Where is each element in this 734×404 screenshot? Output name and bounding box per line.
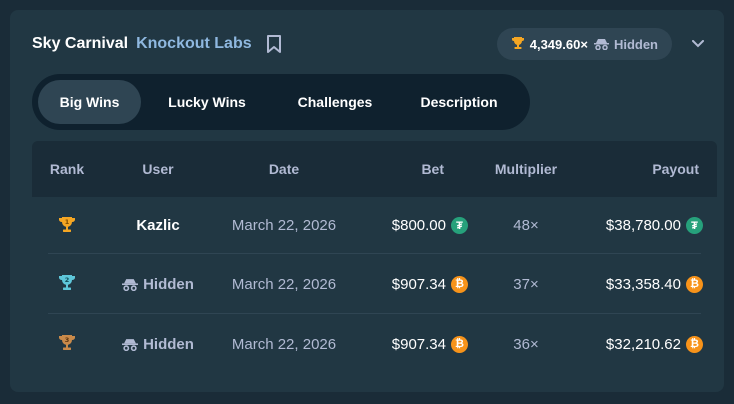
usdt-icon: ₮ [451,217,468,234]
date: March 22, 2026 [231,275,337,293]
bookmark-icon[interactable] [264,33,284,55]
table-header: Rank User Date Bet Multiplier Payout [32,141,717,197]
column-rank: Rank [49,161,85,177]
record-user-label: Hidden [613,36,658,52]
trophy-gold-icon: 1 [58,215,76,237]
tab-description[interactable]: Description [397,80,521,124]
multiplier: 37× [513,275,539,293]
column-multiplier: Multiplier [494,161,558,177]
date: March 22, 2026 [231,335,337,353]
column-user: User [142,161,174,177]
date: March 22, 2026 [231,217,337,234]
btc-icon: ₿ [451,335,468,353]
usdt-icon: ₮ [686,217,703,234]
hidden-user: Hidden [122,276,194,293]
game-title[interactable]: Sky Carnival [32,35,128,53]
record-user: Hidden [593,36,658,52]
bet-amount: $907.34 [391,335,446,353]
table-row[interactable]: 2 Hidden March 22, 2026 $907.34 ₿ 37× $3… [32,254,717,314]
tab-challenges[interactable]: Challenges [273,80,397,124]
rank-number: 1 [65,218,70,226]
table-row[interactable]: 1 Kazlic March 22, 2026 $800.00 ₮ 48× $3… [32,197,717,254]
record-badge[interactable]: 4,349.60× Hidden [496,28,672,60]
trophy-bronze-icon: 3 [58,333,76,355]
card-header: Sky Carnival Knockout Labs 4,349.60× Hid… [32,28,706,60]
provider-link[interactable]: Knockout Labs [136,35,252,53]
column-payout: Payout [652,161,699,177]
chevron-down-icon[interactable] [690,36,706,52]
multiplier: 36× [513,335,539,353]
incognito-icon [593,39,609,50]
payout-amount: $38,780.00 [605,217,681,234]
user-name: Hidden [143,275,194,293]
wins-table: Rank User Date Bet Multiplier Payout 1 K… [32,141,717,374]
trophy-icon [511,36,525,53]
column-date: Date [268,161,300,177]
tab-lucky-wins[interactable]: Lucky Wins [141,80,273,124]
btc-icon: ₿ [686,335,703,353]
btc-icon: ₿ [686,275,703,293]
bet-amount: $907.34 [391,275,446,293]
record-multiplier: 4,349.60× [529,36,588,52]
table-row[interactable]: 3 Hidden March 22, 2026 $907.34 ₿ 36× $3… [32,314,717,374]
leaderboard-card: Sky Carnival Knockout Labs 4,349.60× Hid… [10,10,724,392]
payout-amount: $32,210.62 [605,335,681,353]
rank-number: 2 [65,276,70,284]
user-name[interactable]: Kazlic [136,217,179,234]
incognito-icon [122,338,139,351]
bet-amount: $800.00 [391,217,446,234]
rank-number: 3 [65,336,70,344]
leaderboard-tabs: Big Wins Lucky Wins Challenges Descripti… [32,74,530,130]
trophy-silver-icon: 2 [58,273,76,295]
user-name: Hidden [143,335,194,353]
hidden-user: Hidden [122,336,194,353]
btc-icon: ₿ [451,275,468,293]
payout-amount: $33,358.40 [605,275,681,293]
incognito-icon [122,278,139,291]
tab-big-wins[interactable]: Big Wins [38,80,141,124]
column-bet: Bet [421,161,444,177]
multiplier: 48× [513,217,539,234]
